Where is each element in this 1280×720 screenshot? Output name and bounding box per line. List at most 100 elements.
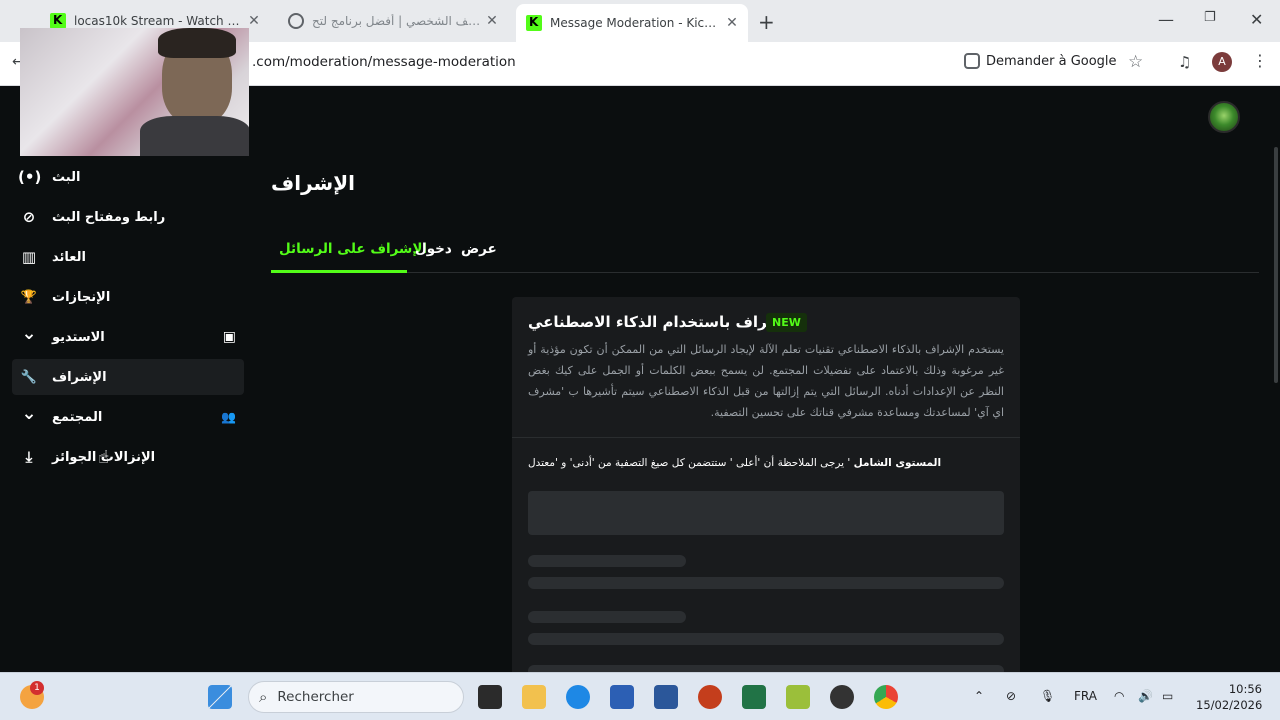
profile-avatar[interactable]: A <box>1212 52 1232 72</box>
search-icon: ⌕ <box>259 688 268 706</box>
sidebar-item-moderation[interactable]: 🔧 الإشراف <box>12 359 244 395</box>
sidebar-item-stream[interactable]: (•) البث <box>12 159 244 195</box>
sidebar-item-stream-key[interactable]: ⊘ رابط ومفتاح البث <box>12 199 244 235</box>
browser-tab-profile[interactable]: الملف الشخصي | أفضل برنامج لتح ✕ <box>278 6 508 36</box>
google-lens-button[interactable]: Demander à Google <box>964 53 1117 69</box>
drops-icon: ⤓ <box>25 448 33 466</box>
browser-tab-moderation[interactable]: Message Moderation - Kick Da ✕ <box>516 4 748 42</box>
loading-placeholder-line <box>528 555 686 567</box>
network-off-icon[interactable]: ⊘ <box>1006 689 1016 703</box>
note-text: ' يرجى الملاحظة أن 'أعلى ' ستتضمن كل صيغ… <box>528 457 851 469</box>
restore-icon[interactable]: ❐ <box>1204 10 1216 25</box>
sidebar-item-studio[interactable]: ⌄ الاستديو ▣ <box>12 319 244 355</box>
loading-placeholder-line <box>528 611 686 623</box>
moderation-tabs: الإشراف على الرسائل دخول عرض <box>271 237 1259 273</box>
mouse-cursor-icon: ☝ <box>98 447 109 468</box>
broadcast-icon: (•) <box>18 168 42 186</box>
chevron-down-icon: ⌄ <box>21 322 37 344</box>
clock-date: 15/02/2026 <box>1196 698 1263 712</box>
web-icon <box>288 13 304 29</box>
excel-icon[interactable] <box>742 685 766 709</box>
tab-title: locas10k Stream - Watch Live o <box>74 14 244 28</box>
media-control-icon[interactable]: ♫ <box>1178 53 1191 71</box>
card-title: الإشراف باستخدام الذكاء الاصطناعي <box>528 313 799 331</box>
webcam-overlay <box>20 28 249 156</box>
filter-level-note: المستوى الشامل ' يرجى الملاحظة أن 'أعلى … <box>528 457 1008 469</box>
note-label: المستوى الشامل <box>853 457 942 469</box>
sidebar-item-drops[interactable]: ⤓ الإنزالات الجوائز <box>12 439 244 475</box>
edge-icon[interactable] <box>566 685 590 709</box>
tab-title: الملف الشخصي | أفضل برنامج لتح <box>312 14 482 28</box>
windows-start-icon[interactable] <box>208 685 232 709</box>
address-bar[interactable]: .com/moderation/message-moderation <box>252 54 516 70</box>
obs-icon[interactable] <box>830 685 854 709</box>
page-scrollbar[interactable] <box>1274 147 1278 383</box>
close-tab-icon[interactable]: ✕ <box>244 13 264 29</box>
battery-icon[interactable]: ▭ <box>1162 689 1173 703</box>
search-placeholder: Rechercher <box>277 689 354 705</box>
sidebar-item-label: رابط ومفتاح البث <box>52 209 166 225</box>
minimize-icon[interactable]: — <box>1158 10 1174 29</box>
tab-title: Message Moderation - Kick Da <box>550 16 722 30</box>
tab-login[interactable]: دخول <box>415 241 452 257</box>
revenue-icon: ▥ <box>21 248 37 266</box>
card-header: الإشراف باستخدام الذكاء الاصطناعي NEW يس… <box>512 297 1020 438</box>
word-icon[interactable] <box>654 685 678 709</box>
tray-chevron-icon[interactable]: ⌃ <box>974 689 984 703</box>
user-avatar[interactable] <box>1208 101 1240 133</box>
tab-message-moderation[interactable]: الإشراف على الرسائل <box>279 241 427 257</box>
chrome-icon[interactable] <box>874 685 898 709</box>
task-view-icon[interactable] <box>478 685 502 709</box>
file-explorer-icon[interactable] <box>522 685 546 709</box>
volume-icon[interactable]: 🔊 <box>1138 689 1153 703</box>
close-tab-icon[interactable]: ✕ <box>482 13 502 29</box>
sidebar-item-label: الإنجازات <box>52 289 111 305</box>
taskbar-search[interactable]: ⌕ Rechercher <box>248 681 464 713</box>
sidebar-item-label: الإشراف <box>52 369 107 385</box>
close-window-icon[interactable]: ✕ <box>1250 10 1263 29</box>
sidebar-item-revenue[interactable]: ▥ العائد <box>12 239 244 275</box>
loading-placeholder-slider <box>528 491 1004 535</box>
wrench-icon: 🔧 <box>20 369 38 385</box>
system-clock[interactable]: 10:56 15/02/2026 <box>1196 681 1262 713</box>
new-badge: NEW <box>766 313 807 332</box>
chevron-down-icon: ⌄ <box>21 402 37 424</box>
trophy-icon: 🏆 <box>20 289 38 305</box>
webcam-person-hair <box>158 28 236 58</box>
close-tab-icon[interactable]: ✕ <box>722 15 742 31</box>
sidebar-item-label: الاستديو <box>52 329 105 345</box>
sidebar-item-label: العائد <box>52 249 86 265</box>
page-title: الإشراف <box>271 171 355 195</box>
kick-icon <box>526 15 542 31</box>
sidebar-item-label: المجتمع <box>52 409 103 425</box>
browser-menu-icon[interactable]: ⋮ <box>1252 51 1268 70</box>
ai-moderation-card: الإشراف باستخدام الذكاء الاصطناعي NEW يس… <box>512 297 1020 677</box>
loading-placeholder-line <box>528 633 1004 645</box>
active-tab-indicator <box>271 270 407 273</box>
kick-icon <box>50 13 66 29</box>
webcam-person-shirt <box>140 116 249 156</box>
link-icon: ⊘ <box>22 208 36 226</box>
app-icon[interactable] <box>786 685 810 709</box>
new-tab-button[interactable]: + <box>758 10 775 34</box>
language-indicator[interactable]: FRA <box>1074 689 1097 703</box>
sidebar-item-community[interactable]: ⌄ المجتمع 👥 <box>12 399 244 435</box>
notification-badge: 1 <box>30 681 44 695</box>
google-search-label: Demander à Google <box>986 53 1117 69</box>
bookmark-star-icon[interactable]: ☆ <box>1128 52 1143 72</box>
sidebar-item-label: البث <box>52 169 81 185</box>
store-icon[interactable] <box>610 685 634 709</box>
windows-taskbar: 1 ⌕ Rechercher ⌃ ⊘ 🎙 FRA ◠ 🔊 ▭ 10:56 15/… <box>0 672 1280 720</box>
wifi-icon[interactable]: ◠ <box>1114 689 1124 703</box>
clock-time: 10:56 <box>1228 682 1262 696</box>
microphone-icon[interactable]: 🎙 <box>1040 689 1055 703</box>
loading-placeholder-line <box>528 577 1004 589</box>
tab-view[interactable]: عرض <box>461 241 497 257</box>
powerpoint-icon[interactable] <box>698 685 722 709</box>
kick-dashboard-page: (•) البث ⊘ رابط ومفتاح البث ▥ العائد 🏆 ا… <box>0 87 1280 677</box>
card-description: يستخدم الإشراف بالذكاء الاصطناعي تقنيات … <box>528 343 1004 419</box>
studio-icon: ▣ <box>222 329 236 345</box>
lens-icon <box>964 53 980 69</box>
sidebar-item-achievements[interactable]: 🏆 الإنجازات <box>12 279 244 315</box>
community-icon: 👥 <box>221 410 236 424</box>
